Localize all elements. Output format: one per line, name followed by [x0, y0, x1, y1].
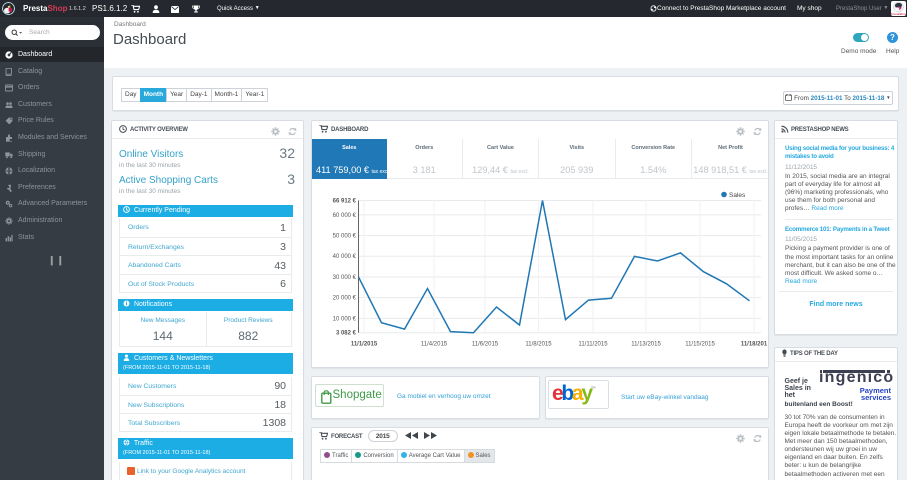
svg-text:11/11/2015: 11/11/2015: [578, 342, 608, 348]
svg-text:11/4/2015: 11/4/2015: [421, 342, 448, 348]
svg-text:30 000 €: 30 000 €: [333, 275, 357, 281]
svg-text:11/13/2015: 11/13/2015: [631, 342, 661, 348]
svg-text:20 000 €: 20 000 €: [333, 296, 357, 302]
svg-text:66 912 €: 66 912 €: [333, 199, 357, 205]
svg-text:50 000 €: 50 000 €: [333, 234, 357, 240]
svg-text:60 000 €: 60 000 €: [333, 213, 357, 219]
svg-text:40 000 €: 40 000 €: [333, 254, 357, 260]
svg-text:11/8/2015: 11/8/2015: [525, 342, 552, 348]
svg-text:Sales: Sales: [729, 192, 746, 199]
svg-text:10 000 €: 10 000 €: [333, 316, 357, 322]
svg-text:11/6/2015: 11/6/2015: [472, 342, 499, 348]
svg-text:PrestaShop: PrestaShop: [891, 11, 906, 15]
svg-text:11/18/201: 11/18/201: [741, 342, 768, 348]
svg-text:11/15/2015: 11/15/2015: [685, 342, 715, 348]
svg-text:3 082 €: 3 082 €: [336, 331, 357, 337]
svg-text:11/1/2015: 11/1/2015: [351, 342, 378, 348]
